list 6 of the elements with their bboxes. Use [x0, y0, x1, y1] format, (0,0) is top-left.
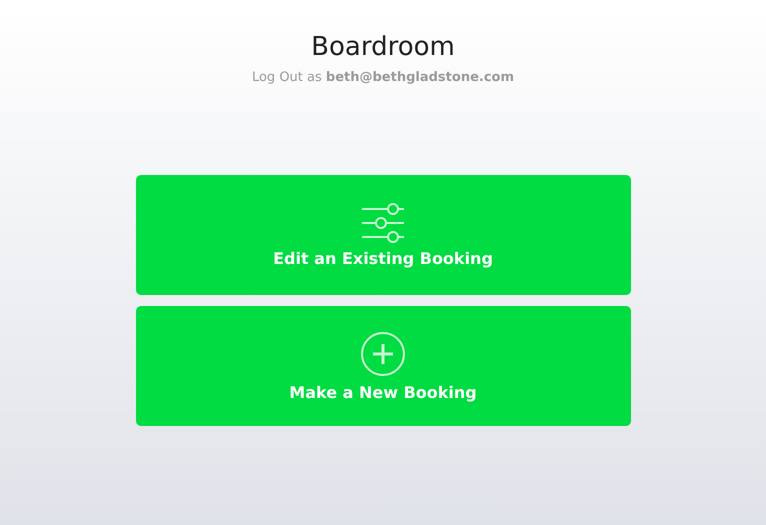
sliders-icon — [361, 202, 405, 242]
booking-button[interactable]: Make a New Booking — [136, 306, 630, 426]
booking-button[interactable]: Edit an Existing Booking — [136, 175, 630, 295]
plus-icon — [360, 330, 406, 376]
logout-link[interactable]: Log Out as beth@bethgladstone.com — [252, 70, 514, 85]
page-title: Boardroom — [311, 31, 455, 64]
